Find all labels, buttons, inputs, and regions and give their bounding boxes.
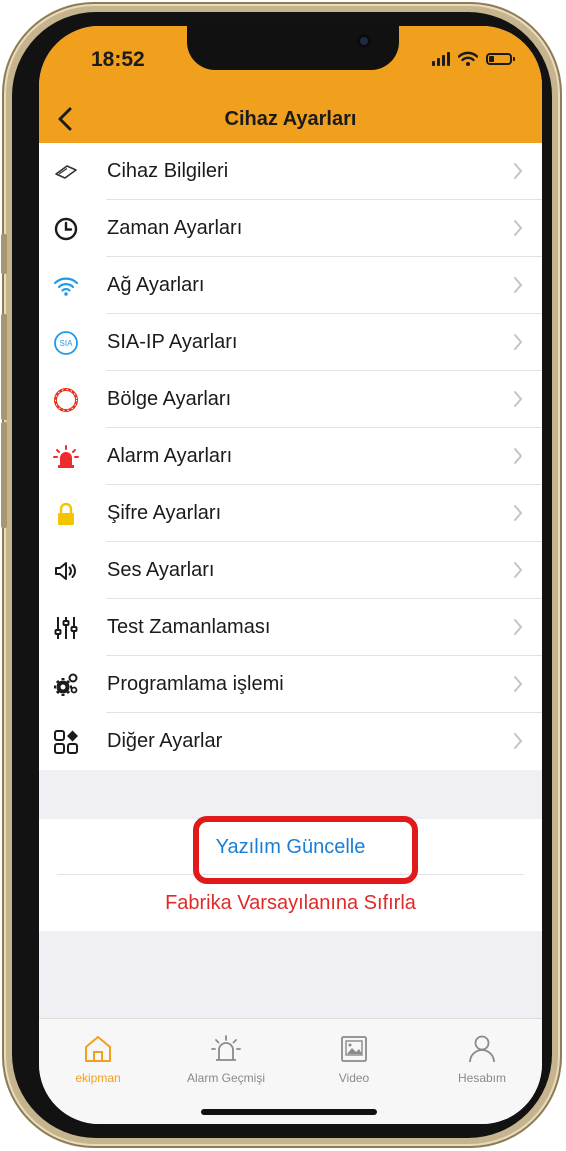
app-header: 18:52 Cihaz Ayarları <box>39 26 542 143</box>
settings-item-label: Programlama işlemi <box>107 673 284 695</box>
settings-item-label: Cihaz Bilgileri <box>107 160 229 182</box>
chevron-right-icon <box>514 619 523 635</box>
zone-ring-icon <box>53 387 79 413</box>
settings-item-password[interactable]: Şifre Ayarları <box>39 485 542 542</box>
nav-bar: Cihaz Ayarları <box>39 100 542 140</box>
settings-item-label: Ağ Ayarları <box>107 274 205 296</box>
chevron-right-icon <box>514 505 523 521</box>
alarm-icon <box>211 1035 241 1061</box>
page-title: Cihaz Ayarları <box>224 108 357 130</box>
settings-item-alarm[interactable]: Alarm Ayarları <box>39 428 542 485</box>
settings-item-sound[interactable]: Ses Ayarları <box>39 542 542 599</box>
settings-item-sia-ip[interactable]: SIA SIA-IP Ayarları <box>39 314 542 371</box>
settings-item-programming[interactable]: Programlama işlemi <box>39 656 542 713</box>
front-camera-icon <box>357 34 371 48</box>
settings-item-network[interactable]: Ağ Ayarları <box>39 257 542 314</box>
home-icon <box>85 1036 111 1062</box>
device-icon <box>53 159 79 185</box>
speaker-icon <box>53 558 79 584</box>
chevron-right-icon <box>514 448 523 464</box>
settings-item-label: Diğer Ayarlar <box>107 730 223 752</box>
phone-screen: 18:52 Cihaz Ayarları Cihaz Bilgileri Zam… <box>39 26 542 1124</box>
settings-item-label: Alarm Ayarları <box>107 445 233 467</box>
chevron-right-icon <box>514 334 523 350</box>
settings-item-device-info[interactable]: Cihaz Bilgileri <box>39 143 542 200</box>
settings-item-test-schedule[interactable]: Test Zamanlaması <box>39 599 542 656</box>
settings-item-other[interactable]: Diğer Ayarlar <box>39 713 542 770</box>
volume-down-button <box>1 422 7 528</box>
software-update-button[interactable]: Yazılım Güncelle <box>39 819 542 875</box>
settings-item-label: Bölge Ayarları <box>107 388 232 410</box>
settings-item-label: SIA-IP Ayarları <box>107 331 238 353</box>
tab-label: Hesabım <box>457 1071 507 1085</box>
gears-icon <box>53 672 79 698</box>
tab-label: ekipman <box>75 1071 121 1085</box>
wifi-status-icon <box>458 51 478 66</box>
chevron-right-icon <box>514 163 523 179</box>
chevron-right-icon <box>514 277 523 293</box>
lock-icon <box>53 501 79 527</box>
settings-item-time[interactable]: Zaman Ayarları <box>39 200 542 257</box>
settings-item-label: Test Zamanlaması <box>107 616 271 638</box>
chevron-right-icon <box>514 562 523 578</box>
chevron-right-icon <box>514 391 523 407</box>
signal-icon <box>432 52 450 66</box>
wifi-icon <box>53 273 79 299</box>
chevron-right-icon <box>514 676 523 692</box>
person-icon <box>469 1035 495 1063</box>
tab-label: Alarm Geçmişi <box>186 1071 265 1085</box>
tab-label: Video <box>338 1071 370 1085</box>
action-section: Yazılım Güncelle Fabrika Varsayılanına S… <box>39 819 542 931</box>
sliders-icon <box>53 615 79 641</box>
tab-bar: ekipman Alarm Geçmişi Video Hesabım <box>39 1018 542 1124</box>
tab-ekipman[interactable]: ekipman <box>43 1033 153 1085</box>
settings-item-label: Ses Ayarları <box>107 559 215 581</box>
settings-list: Cihaz Bilgileri Zaman Ayarları Ağ Ayarla… <box>39 143 542 770</box>
sia-icon: SIA <box>53 330 79 356</box>
status-time: 18:52 <box>91 48 145 71</box>
notch <box>187 26 399 70</box>
settings-item-zone[interactable]: Bölge Ayarları <box>39 371 542 428</box>
status-icons <box>432 50 515 68</box>
battery-icon <box>486 53 515 65</box>
mute-switch <box>1 234 7 274</box>
tab-account[interactable]: Hesabım <box>427 1033 537 1085</box>
home-indicator <box>201 1109 377 1115</box>
siren-icon <box>53 444 79 470</box>
factory-reset-button[interactable]: Fabrika Varsayılanına Sıfırla <box>39 875 542 931</box>
clock-icon <box>53 216 79 242</box>
volume-up-button <box>1 314 7 420</box>
chevron-right-icon <box>514 733 523 749</box>
chevron-right-icon <box>514 220 523 236</box>
settings-item-label: Şifre Ayarları <box>107 502 222 524</box>
tab-alarm-history[interactable]: Alarm Geçmişi <box>171 1033 281 1085</box>
settings-item-label: Zaman Ayarları <box>107 217 243 239</box>
tab-video[interactable]: Video <box>299 1033 409 1085</box>
svg-text:SIA: SIA <box>60 339 74 348</box>
grid-icon <box>53 729 79 755</box>
video-icon <box>341 1036 367 1062</box>
